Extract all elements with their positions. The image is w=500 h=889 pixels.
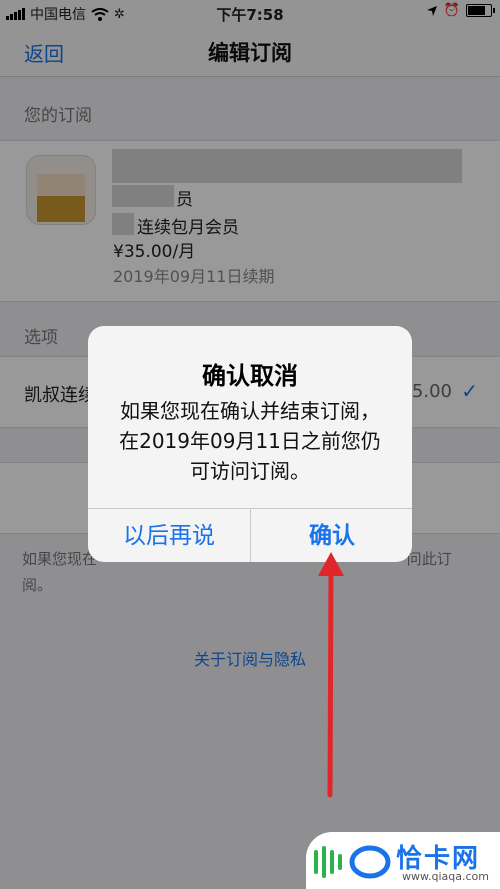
confirm-cancel-alert: 确认取消 如果您现在确认并结束订阅，在2019年09月11日之前您仍可访问订阅。…: [88, 326, 412, 562]
annotation-arrow-icon: [318, 552, 344, 798]
later-button[interactable]: 以后再说: [88, 509, 250, 562]
alert-title: 确认取消: [202, 362, 298, 390]
alert-button-row: 以后再说 确认: [88, 508, 412, 562]
watermark: 恰卡网 www.qiaqa.com: [306, 832, 500, 889]
watermark-url: www.qiaqa.com: [402, 870, 489, 883]
watermark-logo-icon: [314, 845, 391, 879]
alert-message: 如果您现在确认并结束订阅，在2019年09月11日之前您仍可访问订阅。: [119, 399, 381, 483]
